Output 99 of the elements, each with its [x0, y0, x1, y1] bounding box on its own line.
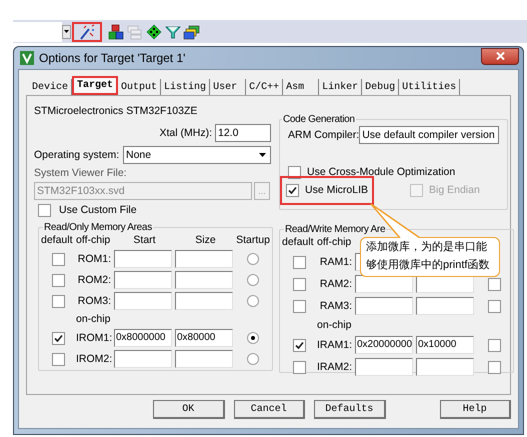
compiler-select[interactable]: Use default compiler version [359, 126, 500, 144]
wand-icon [78, 24, 96, 40]
checkbox[interactable] [293, 338, 306, 352]
radio-button[interactable] [247, 274, 259, 286]
toolbar-button[interactable] [106, 22, 125, 42]
row-label: RAM3: [318, 300, 353, 312]
start-field[interactable] [355, 358, 413, 376]
radio-button[interactable] [247, 353, 259, 365]
checkbox[interactable] [293, 300, 306, 312]
tab[interactable]: Linker [319, 79, 362, 95]
row-label: IRAM2: [317, 360, 354, 374]
row-label: IRAM1: [317, 338, 354, 352]
caret-icon [64, 30, 69, 33]
row-label: RAM2: [318, 278, 353, 290]
diamond-icon [146, 24, 162, 40]
checkbox-option[interactable]: Use MicroLIB [280, 176, 374, 205]
size-field[interactable] [175, 271, 233, 289]
field-label: Operating system: [34, 148, 120, 162]
combo-field[interactable] [13, 22, 62, 42]
section-label: on-chip [317, 319, 352, 332]
start-field[interactable] [355, 275, 413, 293]
checkbox[interactable] [38, 204, 51, 217]
close-icon [496, 52, 504, 60]
xtal-field[interactable]: 12.0 [215, 124, 271, 142]
checkbox[interactable] [488, 338, 500, 352]
size-field[interactable] [175, 350, 233, 368]
start-field[interactable] [114, 250, 172, 268]
os-select[interactable]: None [123, 146, 271, 164]
checkbox[interactable] [52, 332, 65, 344]
checkbox[interactable] [488, 300, 500, 312]
group-title: Read/Only Memory Areas [43, 221, 153, 234]
dialog-button[interactable]: Cancel [234, 400, 305, 419]
dialog-button[interactable]: Help [440, 400, 511, 419]
device-name: STMicroelectronics STM32F103ZE [34, 105, 198, 118]
field-label: ARM Compiler: [288, 128, 360, 142]
row-label: RAM1: [318, 256, 353, 268]
column-header: default [41, 234, 74, 247]
size-field[interactable] [175, 292, 233, 310]
tab[interactable]: Debug [362, 79, 400, 95]
field-label: Xtal (MHz): [160, 126, 212, 140]
column-header: Size [195, 234, 216, 247]
column-header: off-chip [76, 234, 112, 247]
start-field[interactable] [114, 292, 172, 310]
tab[interactable]: C/C++ [246, 79, 284, 95]
column-header: off-chip [317, 236, 352, 249]
window-title: Options for Target 'Target 1' [39, 52, 186, 64]
row-label: IROM1: [76, 332, 114, 344]
radio-button[interactable] [247, 253, 259, 265]
windows-icon [126, 24, 142, 40]
app-icon [20, 51, 34, 65]
row-label: ROM3: [76, 294, 112, 308]
size-field[interactable] [416, 297, 474, 315]
chips-icon [182, 24, 200, 40]
group-title: Code Generation [282, 113, 356, 126]
dropdown-button[interactable] [62, 24, 71, 38]
column-header: Startup [236, 234, 270, 247]
funnel-icon [164, 24, 180, 40]
radio-button[interactable] [247, 332, 259, 344]
tab[interactable]: User [210, 79, 246, 95]
tab[interactable]: Utilities [399, 79, 460, 95]
checkbox-option[interactable]: Use Custom File [38, 204, 271, 217]
radio-button[interactable] [247, 295, 259, 307]
group-title: Read/Write Memory Are [284, 223, 386, 236]
size-field[interactable]: 0x10000 [416, 336, 474, 354]
checkbox[interactable] [488, 360, 500, 374]
start-field[interactable]: 0x8000000 [114, 329, 172, 347]
column-header: Start [133, 234, 156, 247]
checkbox[interactable] [488, 278, 500, 290]
start-field[interactable]: 0x20000000 [355, 336, 413, 354]
tab[interactable]: Output [118, 79, 162, 95]
row-label: ROM1: [76, 252, 112, 266]
size-field[interactable] [175, 250, 233, 268]
dialog-button[interactable]: Defaults [314, 400, 386, 419]
start-field[interactable] [355, 297, 413, 315]
field-label: System Viewer File: [34, 167, 128, 180]
section-label: on-chip [76, 313, 112, 326]
column-header: default [282, 236, 315, 249]
row-label: IROM2: [76, 352, 114, 366]
checkbox[interactable] [52, 352, 65, 366]
dialog-button[interactable]: OK [153, 400, 224, 419]
checkbox[interactable] [52, 294, 65, 308]
checkbox-option[interactable]: Use Cross-Module Optimization [288, 166, 500, 179]
start-field[interactable] [114, 350, 172, 368]
tab[interactable]: Listing [161, 79, 210, 95]
size-field[interactable]: 0x80000 [175, 329, 233, 347]
checkbox[interactable] [293, 278, 306, 290]
tab[interactable]: Target [72, 76, 118, 95]
checkbox[interactable] [286, 184, 299, 197]
tab[interactable]: Asm [283, 79, 320, 95]
blocks-icon [108, 24, 124, 40]
row-label: ROM2: [76, 274, 112, 286]
checkbox[interactable] [293, 360, 306, 374]
checkbox[interactable] [293, 256, 306, 268]
start-field[interactable] [114, 271, 172, 289]
checkbox[interactable] [52, 274, 65, 286]
checkbox[interactable] [52, 252, 65, 266]
close-button[interactable] [481, 48, 519, 64]
size-field[interactable] [416, 358, 474, 376]
caret-icon [259, 153, 266, 157]
